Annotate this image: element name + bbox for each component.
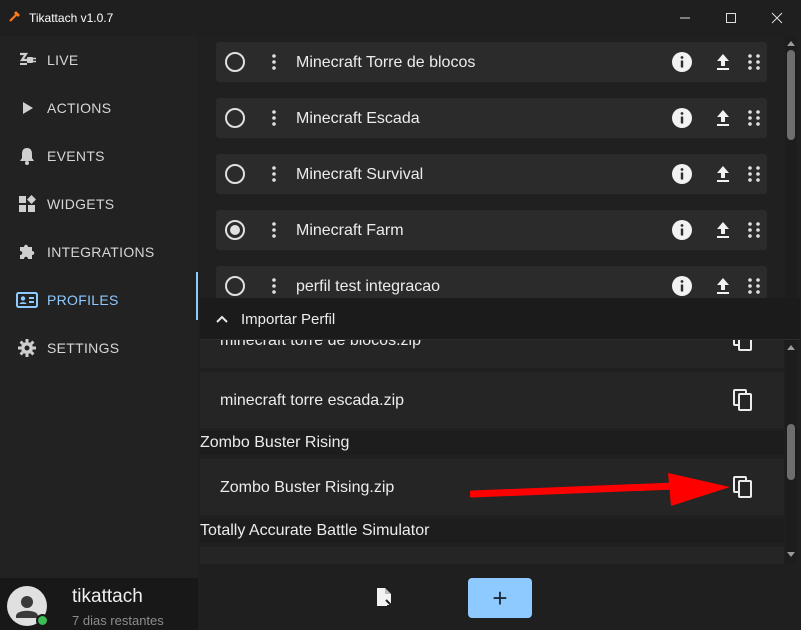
user-panel[interactable]: tikattach 7 dias restantes (0, 578, 198, 630)
profile-radio[interactable] (225, 220, 245, 240)
maximize-button[interactable] (708, 0, 754, 36)
profile-row[interactable]: Minecraft Escada (216, 98, 767, 138)
more-options-icon[interactable] (267, 108, 281, 128)
profile-row[interactable]: Minecraft Survival (216, 154, 767, 194)
title-bar: Tikattach v1.0.7 (0, 0, 801, 36)
drag-handle-icon[interactable] (746, 108, 762, 128)
chevron-up-icon[interactable] (214, 311, 230, 327)
play-icon (16, 97, 38, 119)
import-file-list: minecraft torre de blocos.zip minecraft … (200, 340, 784, 564)
file-row[interactable]: minecraft torre de blocos.zip (200, 340, 784, 368)
drag-handle-icon[interactable] (746, 220, 762, 240)
more-options-icon[interactable] (267, 276, 281, 296)
add-profile-button[interactable]: + (468, 578, 532, 618)
profile-radio[interactable] (225, 164, 245, 184)
sidebar: LIVE ACTIONS EVENTS WIDGETS INTEGRATIONS… (0, 36, 198, 630)
sidebar-item-integrations[interactable]: INTEGRATIONS (0, 228, 198, 276)
scroll-up-icon[interactable] (785, 342, 797, 352)
game-group-title: Totally Accurate Battle Simulator (200, 522, 430, 539)
sidebar-item-label: ACTIONS (47, 100, 112, 116)
tikattach-logo-icon (9, 11, 20, 22)
widgets-icon (16, 193, 38, 215)
drag-handle-icon[interactable] (746, 164, 762, 184)
file-row[interactable]: minecraft torre escada.zip (200, 372, 784, 428)
subscription-remaining: 7 dias restantes (72, 613, 164, 628)
sidebar-item-profiles[interactable]: PROFILES (0, 276, 198, 324)
profile-row[interactable]: Minecraft Farm (216, 210, 767, 250)
username: tikattach (72, 586, 143, 607)
profile-name: Minecraft Torre de blocos (296, 54, 476, 71)
sidebar-item-events[interactable]: EVENTS (0, 132, 198, 180)
sidebar-item-label: EVENTS (47, 148, 105, 164)
game-group-title: Zombo Buster Rising (200, 434, 350, 451)
close-icon (771, 12, 783, 24)
export-icon[interactable] (713, 220, 733, 240)
profiles-scrollbar[interactable] (785, 36, 797, 298)
maximize-icon (726, 13, 736, 23)
drag-handle-icon[interactable] (746, 52, 762, 72)
minimize-button[interactable] (662, 0, 708, 36)
sidebar-item-label: SETTINGS (47, 340, 120, 356)
minimize-icon (680, 17, 690, 19)
puzzle-icon (16, 241, 38, 263)
file-name: minecraft torre escada.zip (220, 392, 405, 409)
profiles-scroll-thumb[interactable] (787, 50, 795, 140)
export-icon[interactable] (713, 164, 733, 184)
sidebar-item-label: PROFILES (47, 292, 119, 308)
info-icon[interactable] (672, 276, 692, 296)
import-scrollbar[interactable] (785, 340, 797, 564)
export-icon[interactable] (713, 108, 733, 128)
copy-icon[interactable] (731, 340, 755, 352)
bottom-action-bar: + (200, 564, 801, 630)
online-status-dot (36, 614, 49, 627)
window-title: Tikattach v1.0.7 (29, 11, 114, 25)
sidebar-item-label: LIVE (47, 52, 79, 68)
more-options-icon[interactable] (267, 52, 281, 72)
scroll-down-icon[interactable] (785, 550, 797, 560)
copy-icon[interactable] (731, 388, 755, 412)
more-options-icon[interactable] (267, 220, 281, 240)
sidebar-item-widgets[interactable]: WIDGETS (0, 180, 198, 228)
info-icon[interactable] (672, 220, 692, 240)
file-import-icon[interactable] (372, 586, 396, 610)
import-profile-header[interactable]: Importar Perfil (200, 298, 800, 340)
drag-handle-icon[interactable] (746, 276, 762, 296)
import-scroll-thumb[interactable] (787, 424, 795, 480)
sidebar-item-live[interactable]: LIVE (0, 36, 198, 84)
annotation-arrow (470, 473, 730, 506)
profile-name: perfil test integracao (296, 278, 441, 295)
game-group-header: Totally Accurate Battle Simulator (200, 519, 784, 543)
profile-name: Minecraft Farm (296, 222, 404, 239)
close-button[interactable] (754, 0, 800, 36)
info-icon[interactable] (672, 52, 692, 72)
profile-radio[interactable] (225, 52, 245, 72)
sidebar-item-label: WIDGETS (47, 196, 115, 212)
file-row[interactable] (200, 547, 784, 564)
profile-radio[interactable] (225, 108, 245, 128)
profile-name: Minecraft Escada (296, 110, 420, 127)
game-group-header: Zombo Buster Rising (200, 431, 784, 455)
file-name: minecraft torre de blocos.zip (220, 340, 421, 349)
bell-icon (16, 145, 38, 167)
export-icon[interactable] (713, 52, 733, 72)
info-icon[interactable] (672, 164, 692, 184)
sidebar-item-actions[interactable]: ACTIONS (0, 84, 198, 132)
profile-card-icon (16, 289, 38, 311)
info-icon[interactable] (672, 108, 692, 128)
file-name: Zombo Buster Rising.zip (220, 479, 395, 496)
copy-icon[interactable] (731, 475, 755, 499)
profile-name: Minecraft Survival (296, 166, 424, 183)
import-profile-title: Importar Perfil (241, 311, 336, 328)
sidebar-item-settings[interactable]: SETTINGS (0, 324, 198, 372)
gear-icon (16, 337, 38, 359)
live-plug-icon (16, 49, 38, 71)
sidebar-item-label: INTEGRATIONS (47, 244, 155, 260)
scroll-up-icon[interactable] (785, 38, 797, 48)
more-options-icon[interactable] (267, 164, 281, 184)
profile-radio[interactable] (225, 276, 245, 296)
active-nav-indicator (196, 272, 198, 320)
export-icon[interactable] (713, 276, 733, 296)
add-icon: + (492, 583, 508, 613)
profile-row[interactable]: Minecraft Torre de blocos (216, 42, 767, 82)
